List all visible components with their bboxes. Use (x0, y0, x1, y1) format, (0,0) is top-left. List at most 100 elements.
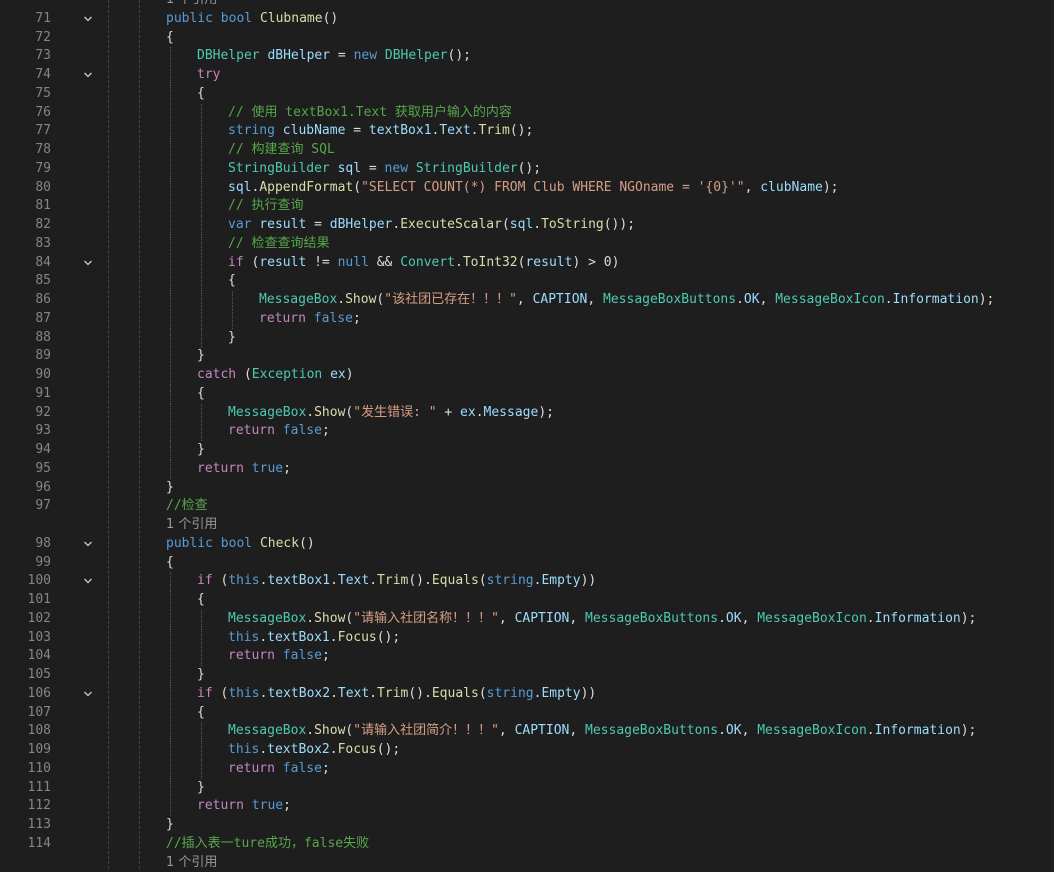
fold-toggle-icon[interactable] (81, 254, 95, 272)
code-line[interactable]: 87 return false; (0, 309, 1054, 329)
code-line[interactable]: 98 public bool Check() (0, 535, 1054, 553)
code-line[interactable]: 106 if (this.textBox2.Text.Trim().Equals(… (0, 684, 1054, 704)
line-number: 74 (35, 67, 51, 82)
code-line[interactable]: 93 return false; (0, 422, 1054, 442)
fold-toggle-icon[interactable] (81, 685, 95, 703)
fold-toggle-icon[interactable] (81, 572, 95, 590)
code-token: ( (212, 573, 229, 589)
code-line[interactable]: 74 try (0, 66, 1054, 85)
code-line[interactable]: 84 if (result != null && Convert.ToInt32(… (0, 253, 1054, 273)
indent-guide (201, 159, 202, 179)
code-token: Message (483, 404, 539, 420)
fold-toggle-icon[interactable] (81, 66, 95, 84)
code-line[interactable]: 113} (0, 816, 1054, 834)
code-text: { (197, 85, 205, 103)
code-token: false (282, 423, 322, 439)
code-line[interactable]: 99 { (0, 554, 1054, 572)
line-number: 112 (27, 798, 51, 814)
code-token: if (197, 573, 213, 589)
code-line[interactable]: 105} (0, 666, 1054, 685)
code-token: Trim (377, 573, 409, 589)
code-line[interactable]: 1 个引用 (0, 516, 1054, 534)
code-line[interactable]: 72 { (0, 29, 1054, 47)
code-line[interactable]: 95 return true; (0, 459, 1054, 479)
code-line[interactable]: 100 if (this.textBox1.Text.Trim().Equals(… (0, 572, 1054, 592)
code-line[interactable]: 94} (0, 441, 1054, 460)
code-line[interactable]: 110 return false; (0, 759, 1054, 779)
code-token: { (228, 273, 236, 289)
code-line[interactable]: 90 catch (Exception ex) (0, 366, 1054, 385)
code-token: ToString (541, 217, 604, 232)
code-line[interactable]: 103 this.textBox1.Focus(); (0, 628, 1054, 648)
line-number: 106 (27, 685, 51, 701)
code-line[interactable]: 107 { (0, 703, 1054, 723)
code-line[interactable]: 78 // 构建查询 SQL (0, 141, 1054, 160)
code-line[interactable]: 85 { (0, 272, 1054, 292)
code-line[interactable]: 112 return true; (0, 797, 1054, 817)
code-line[interactable]: 109 this.textBox2.Focus(); (0, 741, 1054, 760)
line-number: 80 (35, 179, 51, 195)
codelens-reference-count[interactable]: 1 个引用 (166, 0, 217, 7)
fold-toggle-icon[interactable] (81, 535, 95, 553)
code-token: textBox1 (368, 123, 432, 139)
indent-guide (170, 328, 171, 348)
code-line[interactable]: 96} (0, 479, 1054, 497)
line-number: 96 (35, 479, 51, 495)
code-line[interactable]: 77 string clubName = textBox1.Text.Trim()… (0, 122, 1054, 142)
code-editor[interactable]: 1 个引用 71public bool Clubname()72 {73DBHelp… (0, 0, 1054, 870)
code-line[interactable]: 92 MessageBox.Show("发生错误: " + ex.Message)… (0, 403, 1054, 423)
indent-guide (170, 403, 171, 423)
code-line[interactable]: 91 { (0, 384, 1054, 404)
code-line[interactable]: 86 MessageBox.Show("该社团已存在！！！", CAPTION, … (0, 291, 1054, 310)
code-line[interactable]: 79 StringBuilder sql = new StringBuilder(… (0, 159, 1054, 179)
indent-guide (170, 141, 171, 160)
code-line[interactable]: 108 MessageBox.Show("请输入社团简介！！！", CAPTION… (0, 722, 1054, 742)
code-token: { (166, 29, 174, 45)
code-text: 1 个引用 (166, 0, 217, 9)
code-token: + (436, 404, 461, 420)
line-number: 76 (35, 104, 51, 120)
indent-guide (170, 103, 171, 123)
code-token: = (330, 48, 354, 64)
code-line[interactable]: 71 public bool Clubname() (0, 10, 1054, 28)
code-line[interactable]: 81 // 执行查询 (0, 197, 1054, 217)
line-number: 88 (35, 329, 51, 345)
code-token: CAPTION (514, 610, 570, 626)
line-number: 75 (35, 85, 51, 101)
code-line[interactable]: 82 var result = dBHelper. ExecuteScalar(sq… (0, 216, 1054, 235)
code-line[interactable]: 104 return false; (0, 647, 1054, 667)
code-line[interactable]: 1 个引用 (0, 0, 1054, 9)
code-line[interactable]: 80 sql.AppendFormat("SELECT COUNT(*) FROM… (0, 178, 1054, 198)
code-line[interactable]: 73 DBHelper dBHelper = new DBHelper(); (0, 47, 1054, 67)
code-token: catch (197, 367, 237, 382)
line-number: 91 (35, 385, 51, 401)
code-line[interactable]: 88} (0, 328, 1054, 348)
code-line[interactable]: 75 { (0, 84, 1054, 104)
line-number: 72 (35, 29, 51, 45)
code-line[interactable]: 111} (0, 778, 1054, 798)
code-line[interactable]: 83 // 检查查询结果 (0, 234, 1054, 254)
code-line[interactable]: 89} (0, 347, 1054, 367)
code-line[interactable]: 76 // 使用 textBox1.Text 获取用户输入的内容 (0, 103, 1054, 123)
fold-toggle-icon[interactable] (81, 10, 95, 28)
line-number: 103 (27, 629, 51, 645)
code-line[interactable]: 97 //检查 (0, 497, 1054, 515)
code-token: return (197, 798, 244, 814)
code-token: this (228, 573, 260, 589)
code-token: StringBuilder (228, 160, 330, 176)
codelens-reference-count[interactable]: 1 个引用 (166, 517, 217, 532)
code-token: new (353, 48, 378, 64)
indent-guide (201, 422, 202, 442)
code-token: // 检查查询结果 (228, 235, 330, 251)
indent-guide (201, 741, 202, 760)
code-token: . (718, 610, 726, 626)
code-line[interactable]: 101 { (0, 591, 1054, 610)
indent-guide (201, 759, 202, 779)
line-number: 93 (35, 423, 51, 439)
code-line[interactable]: 102 MessageBox.Show("请输入社团名称！！！", CAPTION… (0, 609, 1054, 629)
code-token: "SELECT COUNT(*) FROM Club WHERE NGOname… (361, 179, 745, 195)
code-line[interactable]: 114 //插入表一ture成功，false失败 (0, 835, 1054, 853)
codelens-reference-count[interactable]: 1 个引用 (166, 855, 217, 870)
